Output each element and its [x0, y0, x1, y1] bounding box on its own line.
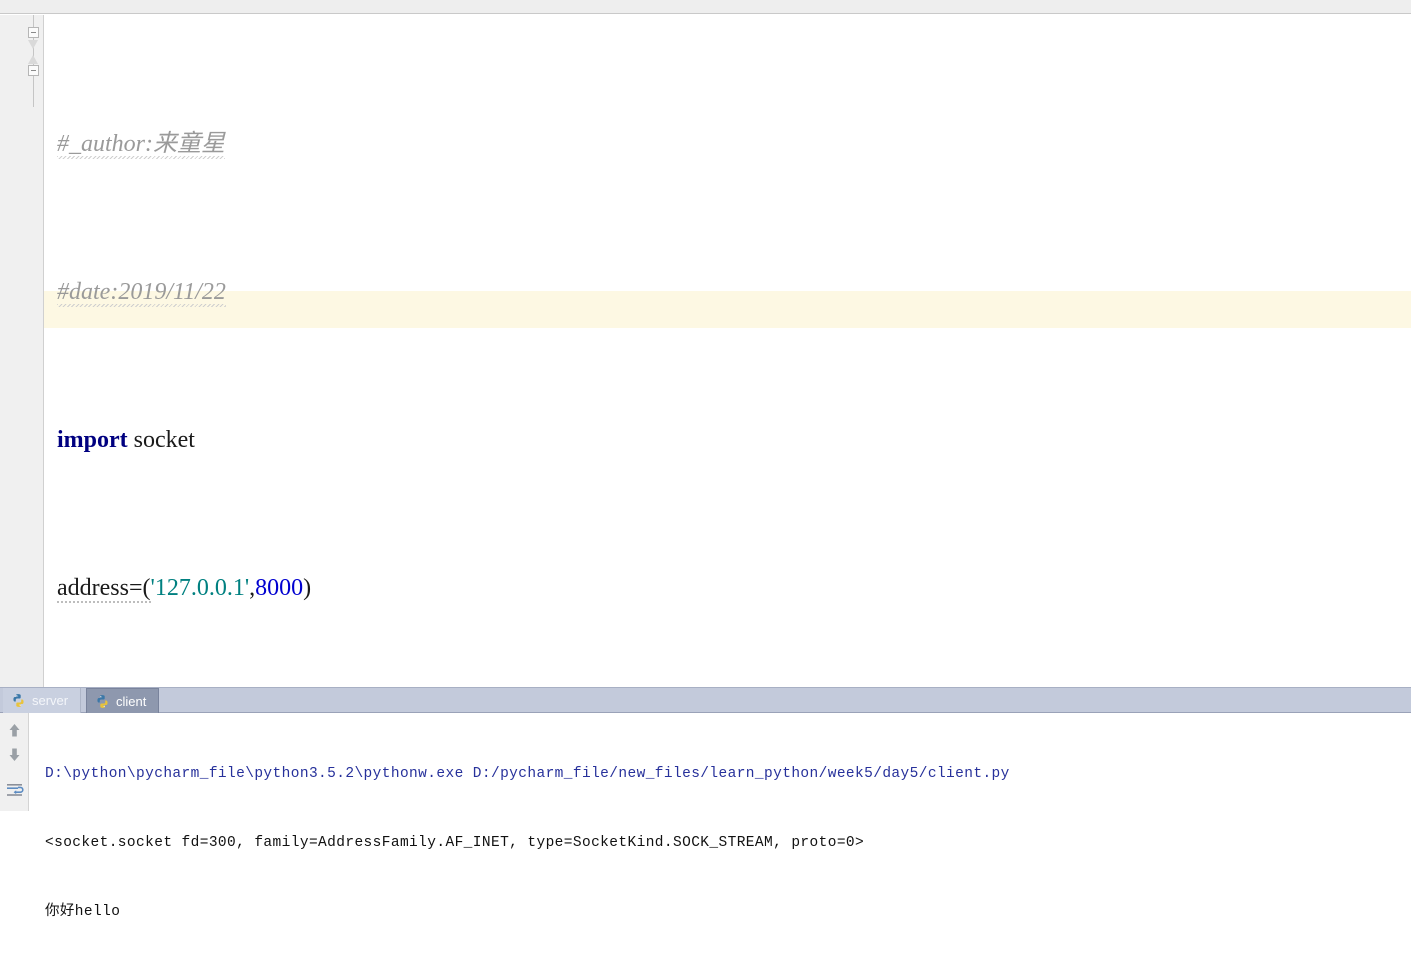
- tab-client-label: client: [116, 693, 147, 709]
- code-token-keyword: import: [57, 427, 128, 453]
- code-token-punct: ): [303, 575, 312, 601]
- code-line-1: #_author:来童星: [57, 126, 1411, 163]
- code-line-4: address=('127.0.0.1',8000): [57, 570, 1411, 607]
- main-toolbar: [0, 0, 1411, 14]
- arrow-up-icon[interactable]: [5, 721, 24, 740]
- tab-server[interactable]: server: [3, 688, 82, 713]
- arrow-down-icon[interactable]: [5, 745, 24, 764]
- code-token-identifier: address=(: [57, 575, 151, 603]
- run-tool-window-tabs: server client: [0, 687, 1411, 713]
- tab-server-label: server: [32, 693, 69, 708]
- code-token-number: 8000: [255, 575, 304, 601]
- console-line-command: D:\python\pycharm_file\python3.5.2\pytho…: [45, 766, 1010, 782]
- editor-text-area[interactable]: #_author:来童星 #date:2019/11/22 import soc…: [45, 15, 1411, 687]
- python-file-icon: [97, 694, 108, 708]
- fold-region-top-icon: [28, 40, 38, 49]
- python-file-icon: [13, 694, 24, 707]
- soft-wrap-icon[interactable]: [5, 781, 24, 800]
- code-line-2: #date:2019/11/22: [57, 274, 1411, 311]
- collapse-marker-icon[interactable]: [28, 27, 39, 38]
- code-token-comment: #_author:来童星: [57, 131, 225, 159]
- fold-region-bottom-icon: [28, 55, 38, 64]
- console-line-output: <socket.socket fd=300, family=AddressFam…: [45, 835, 865, 851]
- collapse-marker-icon-2[interactable]: [28, 65, 39, 76]
- code-token-identifier: socket: [127, 427, 195, 453]
- console-line-output: 你好hello: [45, 904, 121, 920]
- code-editor[interactable]: #_author:来童星 #date:2019/11/22 import soc…: [0, 15, 1411, 687]
- pycharm-window: #_author:来童星 #date:2019/11/22 import soc…: [0, 0, 1411, 920]
- console-toolbar: [0, 713, 29, 811]
- code-token-comment: #date:2019/11/22: [57, 279, 226, 307]
- code-line-3: import socket: [57, 422, 1411, 459]
- editor-gutter[interactable]: [0, 15, 44, 687]
- code-token-string: '127.0.0.1': [150, 575, 250, 601]
- run-console[interactable]: D:\python\pycharm_file\python3.5.2\pytho…: [0, 713, 1411, 920]
- console-output: D:\python\pycharm_file\python3.5.2\pytho…: [45, 717, 1405, 970]
- tab-client[interactable]: client: [86, 688, 160, 713]
